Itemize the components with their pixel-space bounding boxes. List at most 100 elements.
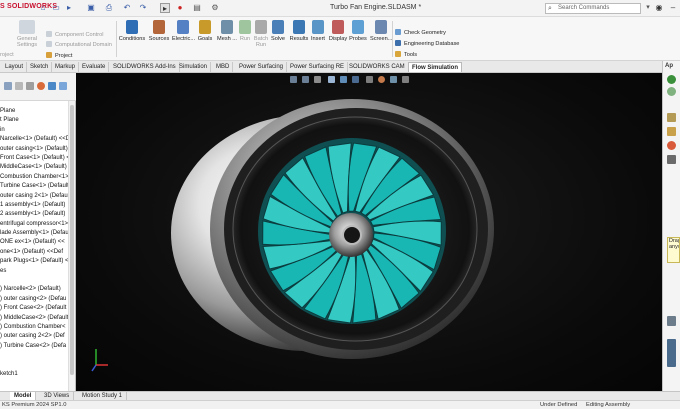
sources-button[interactable]: Sources [148, 17, 170, 61]
run-button[interactable]: Run [239, 17, 251, 61]
graphics-viewport[interactable] [76, 73, 662, 391]
search-options-icon[interactable]: ▾ [643, 3, 653, 13]
tab-power-surfacing-re[interactable]: Power Surfacing RE [287, 62, 349, 72]
options-icon[interactable]: ⚙ [210, 3, 220, 13]
sketch-state-label: Under Defined [540, 402, 578, 408]
tools-button[interactable]: Tools [395, 51, 417, 58]
feature-tree-item[interactable]: ) outer casing<2> (Defau [0, 295, 70, 304]
feature-tree-item[interactable]: Plane [0, 107, 70, 116]
tab-mbd[interactable]: MBD [213, 62, 234, 72]
thumbnail-icon[interactable] [667, 316, 676, 326]
feature-tree-item[interactable]: Narcelle<1> (Default) <<D [0, 135, 70, 144]
feature-tree-item[interactable]: outer casing<1> (Default) [0, 145, 70, 154]
custom-properties-icon[interactable] [667, 155, 676, 164]
batch-run-icon [255, 20, 267, 34]
feature-tree-item[interactable]: park Plugs<1> (Default) < [0, 257, 70, 266]
computational-domain-button[interactable]: Computational Domain [46, 41, 112, 48]
tab-solidworks-add-ins[interactable]: SOLIDWORKS Add-Ins [110, 62, 180, 72]
feature-tree-item[interactable]: outer casing 2<1> (Defaul [0, 192, 70, 201]
tab-solidworks-cam[interactable]: SOLIDWORKS CAM [346, 62, 409, 72]
database-icon [395, 40, 401, 46]
feature-tree-item[interactable]: ) Narcelle<2> (Default) [0, 285, 70, 294]
scrollbar-thumb[interactable] [70, 105, 74, 375]
results-button[interactable]: Results [289, 17, 309, 61]
probes-button[interactable]: Probes [348, 17, 368, 61]
flow-analysis-icon[interactable] [59, 82, 67, 90]
property-manager-icon[interactable] [15, 82, 23, 90]
home-icon[interactable]: ⌂ [38, 3, 48, 13]
feature-tree-item[interactable]: 1 assembly<1> (Default) [0, 201, 70, 210]
feature-tree-item[interactable]: lade Assembly<1> (Default [0, 229, 70, 238]
solve-button[interactable]: Solve [270, 17, 286, 61]
feature-tree-item[interactable] [0, 351, 70, 360]
feature-tree-item[interactable]: ) Combustion Chamber< [0, 323, 70, 332]
general-settings-button[interactable]: General Settings [10, 17, 44, 61]
configuration-manager-icon[interactable] [26, 82, 34, 90]
display-button[interactable]: Display [328, 17, 348, 61]
design-library-icon[interactable] [667, 87, 676, 96]
select-icon[interactable]: ▸ [160, 3, 170, 13]
save-icon[interactable]: ▣ [86, 3, 96, 13]
open-icon[interactable]: ▸ [64, 3, 74, 13]
feature-tree-item[interactable]: ) Front Case<2> (Default [0, 304, 70, 313]
undo-icon[interactable]: ↶ [122, 3, 132, 13]
task-pane-tab[interactable]: Ap [665, 63, 673, 69]
user-icon[interactable]: ◉ [654, 3, 664, 13]
component-control-button[interactable]: Component Control [46, 31, 104, 38]
new-icon[interactable]: ▭ [51, 3, 61, 13]
feature-tree-item[interactable]: Turbine Case<1> (Default) [0, 182, 70, 191]
solidworks-resources-icon[interactable] [667, 75, 676, 84]
file-explorer-icon[interactable] [667, 113, 676, 122]
appearances-icon[interactable] [667, 141, 676, 150]
minimize-icon[interactable]: – [668, 3, 678, 13]
feature-tree-item[interactable] [0, 276, 70, 285]
insert-button[interactable]: Insert [310, 17, 326, 61]
feature-tree-item[interactable]: MiddleCase<1> (Default) [0, 163, 70, 172]
engineering-database-button[interactable]: Engineering Database [395, 40, 459, 47]
search-commands-input[interactable]: ⌕ Search Commands [545, 3, 641, 14]
project-button[interactable]: Project [46, 52, 72, 59]
feature-tree-item[interactable]: ) MiddleCase<2> (Default [0, 314, 70, 323]
feature-tree-item[interactable]: entrifugal compressor<1> [0, 220, 70, 229]
appearance-icon[interactable] [37, 82, 45, 90]
feature-tree-item[interactable]: es [0, 267, 70, 276]
screen-button[interactable]: Screen... [370, 17, 392, 61]
feature-tree-item[interactable]: ) outer casing 2<2> (Def [0, 332, 70, 341]
tab-sketch[interactable]: Sketch [27, 62, 53, 72]
turbofan-model[interactable] [76, 73, 662, 391]
rebuild-icon[interactable]: ● [175, 3, 185, 13]
batch-run-button[interactable]: Batch Run [253, 17, 269, 61]
feature-tree-item[interactable]: Front Case<1> (Default) < [0, 154, 70, 163]
feature-tree-item[interactable]: in [0, 126, 70, 135]
file-properties-icon[interactable]: ▤ [192, 3, 202, 13]
feature-tree-item[interactable]: one<1> (Default) <<Def [0, 248, 70, 257]
feature-tree-item[interactable]: ketch1 [0, 370, 70, 379]
command-manager-tabs: Layout Sketch Markup Evaluate SOLIDWORKS Add… [0, 61, 662, 73]
project-button-left[interactable]: roject [0, 52, 14, 58]
tab-markup[interactable]: Markup [52, 62, 80, 72]
tab-evaluate[interactable]: Evaluate [79, 62, 110, 72]
goals-button[interactable]: Goals [196, 17, 214, 61]
tab-simulation[interactable]: Simulation [176, 62, 212, 72]
preview-thumbnail[interactable] [667, 339, 676, 367]
feature-tree-icon[interactable] [4, 82, 12, 90]
mesh-button[interactable]: Mesh ... [216, 17, 238, 61]
feature-tree-item[interactable]: ) Turbine Case<2> (Defa [0, 342, 70, 351]
feature-tree-item[interactable]: ONE ex<1> (Default) << [0, 238, 70, 247]
view-palette-icon[interactable] [667, 127, 676, 136]
tab-flow-simulation[interactable]: Flow Simulation [408, 62, 462, 72]
check-geometry-button[interactable]: Check Geometry [395, 29, 446, 36]
cam-icon[interactable] [48, 82, 56, 90]
computational-domain-icon [46, 41, 52, 47]
feature-tree-item[interactable] [0, 361, 70, 370]
tab-layout[interactable]: Layout [2, 62, 28, 72]
electric-button[interactable]: Electric... [172, 17, 195, 61]
tab-power-surfacing[interactable]: Power Surfacing [236, 62, 288, 72]
feature-tree-item[interactable]: 2 assembly<1> (Default) [0, 210, 70, 219]
feature-tree-scrollbar[interactable] [68, 101, 75, 391]
print-icon[interactable]: ⎙ [104, 3, 114, 13]
feature-tree-item[interactable]: t Plane [0, 116, 70, 125]
redo-icon[interactable]: ↷ [138, 3, 148, 13]
conditions-button[interactable]: Conditions [118, 17, 146, 61]
feature-tree-item[interactable]: Combustion Chamber<1> [0, 173, 70, 182]
